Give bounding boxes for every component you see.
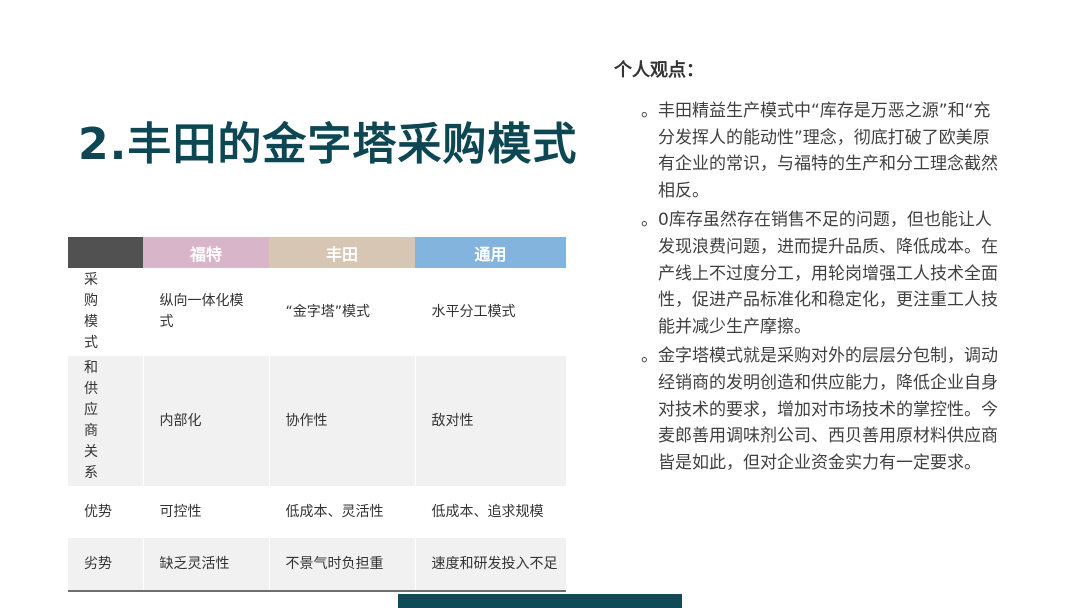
row-label: 优势: [68, 486, 143, 538]
gm-cell: 水平分工模式: [414, 268, 566, 356]
toyota-cell: 低成本、灵活性: [268, 486, 415, 538]
bullet-mark: 。: [641, 210, 658, 231]
slide-title: 2.丰田的金字塔采购模式: [78, 119, 578, 170]
ford-cell: 内部化: [142, 356, 269, 486]
ford-cell: 可控性: [142, 486, 269, 538]
table-row: 和供应商关系 内部化 协作性 敌对性: [68, 356, 566, 486]
toyota-cell: 协作性: [268, 356, 415, 486]
gm-cell: 低成本、追求规模: [414, 486, 566, 538]
header-toyota: 丰田: [269, 237, 415, 268]
list-item: 。 丰田精益生产模式中“库存是万恶之源”和“充分发挥人的能动性”理念，彻底打破了…: [641, 98, 1006, 204]
header-blank: [68, 237, 143, 268]
ford-cell: 纵向一体化模式: [142, 268, 269, 356]
list-item: 。 0库存虽然存在销售不足的问题，但也能让人发现浪费问题，进而提升品质、降低成本…: [641, 207, 1006, 340]
opinion-text: 金字塔模式就是采购对外的层层分包制，调动经销商的发明创造和供应能力，降低企业自身…: [658, 346, 998, 473]
gm-cell: 敌对性: [414, 356, 566, 486]
ford-cell: 缺乏灵活性: [142, 538, 269, 592]
bullet-mark: 。: [641, 346, 658, 367]
table-row: 采购模式 纵向一体化模式 “金字塔”模式 水平分工模式: [68, 268, 566, 356]
comparison-table: 福特 丰田 通用 采购模式 纵向一体化模式 “金字塔”模式 水平分工模式 和供应…: [68, 237, 566, 592]
toyota-cell: “金字塔”模式: [268, 268, 415, 356]
header-ford: 福特: [143, 237, 269, 268]
opinion-heading: 个人观点：: [614, 60, 704, 81]
row-label: 和供应商关系: [68, 356, 143, 486]
footer-bar: [398, 594, 682, 608]
bullet-mark: 。: [641, 101, 658, 121]
table-header-row: 福特 丰田 通用: [68, 237, 566, 268]
gm-cell: 速度和研发投入不足: [414, 538, 566, 592]
row-label: 采购模式: [68, 268, 143, 356]
toyota-cell: 不景气时负担重: [268, 538, 415, 592]
table-row: 优势 可控性 低成本、灵活性 低成本、追求规模: [68, 486, 566, 538]
opinion-text: 丰田精益生产模式中“库存是万恶之源”和“充分发挥人的能动性”理念，彻底打破了欧美…: [658, 101, 998, 201]
list-item: 。 金字塔模式就是采购对外的层层分包制，调动经销商的发明创造和供应能力，降低企业…: [641, 343, 1006, 476]
opinion-list: 。 丰田精益生产模式中“库存是万恶之源”和“充分发挥人的能动性”理念，彻底打破了…: [641, 98, 1006, 479]
table-row: 劣势 缺乏灵活性 不景气时负担重 速度和研发投入不足: [68, 538, 566, 592]
row-label: 劣势: [68, 538, 143, 592]
header-gm: 通用: [415, 237, 566, 268]
opinion-text: 0库存虽然存在销售不足的问题，但也能让人发现浪费问题，进而提升品质、降低成本。在…: [658, 210, 998, 337]
slide: 2.丰田的金字塔采购模式 福特 丰田 通用 采购模式 纵向一体化模式 “金字塔”…: [0, 0, 1080, 608]
